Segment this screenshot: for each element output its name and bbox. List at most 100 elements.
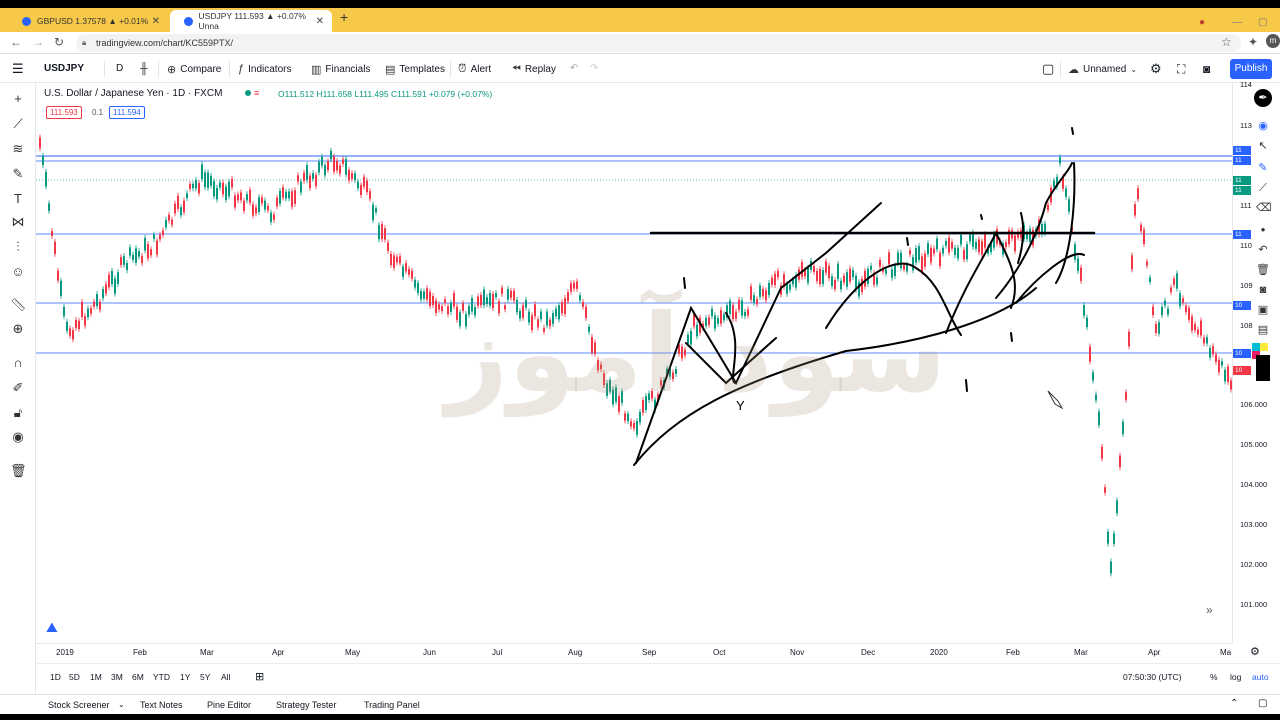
range-1d[interactable]: 1D bbox=[50, 672, 61, 682]
candle-body bbox=[933, 248, 935, 254]
candle-body bbox=[75, 319, 77, 328]
close-tab-icon[interactable]: ✕ bbox=[316, 16, 324, 27]
fib-icon[interactable]: ≋ bbox=[10, 141, 26, 157]
redo-icon[interactable]: ↷ bbox=[590, 63, 598, 74]
undo-icon[interactable]: ↶ bbox=[570, 63, 578, 74]
trendline-icon[interactable]: ⟋ bbox=[10, 116, 26, 132]
maximize-panel-icon[interactable]: ▢ bbox=[1258, 698, 1267, 709]
ruler-icon[interactable]: 📏︎ bbox=[10, 297, 27, 313]
extensions-icon[interactable]: ✦ bbox=[1248, 35, 1258, 49]
tab-trading-panel[interactable]: Trading Panel bbox=[364, 700, 420, 710]
range-ytd[interactable]: YTD bbox=[153, 672, 170, 682]
range-1m[interactable]: 1M bbox=[90, 672, 102, 682]
fullscreen-select-icon[interactable]: ▢ bbox=[1042, 61, 1054, 77]
candle-body bbox=[897, 252, 899, 264]
chevron-down-icon[interactable]: ⌄ bbox=[118, 700, 125, 709]
chart-legend-title[interactable]: U.S. Dollar / Japanese Yen · 1D · FXCM bbox=[44, 88, 222, 99]
browser-tab-usdjpy[interactable]: USDJPY 111.593 ▲ +0.07% Unna ✕ bbox=[170, 10, 332, 32]
chart-type-icon[interactable]: ╫ bbox=[140, 63, 148, 75]
profile-avatar[interactable]: m bbox=[1266, 34, 1280, 48]
publish-button[interactable]: Publish bbox=[1230, 59, 1272, 79]
compare-button[interactable]: ⊕ Compare bbox=[167, 63, 221, 76]
lock-icon[interactable]: 🔒︎ bbox=[82, 38, 86, 48]
candle-body bbox=[225, 186, 227, 200]
clipboard-icon[interactable]: ▤ bbox=[1256, 323, 1270, 337]
capture-icon[interactable]: ▣ bbox=[1256, 303, 1270, 317]
camera-icon[interactable]: ◙ bbox=[1203, 62, 1210, 76]
candle-body bbox=[1158, 322, 1160, 334]
tab-text-notes[interactable]: Text Notes bbox=[140, 700, 183, 710]
line-tool-icon[interactable]: ⟋ bbox=[1256, 181, 1270, 195]
stay-drawing-icon[interactable]: ✐ bbox=[10, 380, 26, 396]
browser-tab-gbpusd[interactable]: GBPUSD 1.37578 ▲ +0.01% ✕ bbox=[8, 10, 168, 32]
ask-price[interactable]: 111.594 bbox=[109, 106, 145, 119]
scroll-right-icon[interactable]: » bbox=[1206, 603, 1213, 617]
candle-body bbox=[234, 195, 236, 208]
minimize-icon[interactable]: — bbox=[1232, 17, 1242, 28]
tab-strategy-tester[interactable]: Strategy Tester bbox=[276, 700, 336, 710]
layout-menu[interactable]: ☁︎ Unnamed ⌄ bbox=[1068, 63, 1137, 76]
pattern-icon[interactable]: ⋈ bbox=[10, 214, 26, 230]
url-field[interactable]: tradingview.com/chart/KC559PTX/ bbox=[76, 34, 1241, 52]
tab-stock-screener[interactable]: Stock Screener bbox=[48, 700, 110, 710]
eye-icon[interactable]: ◉ bbox=[10, 429, 26, 445]
eraser-icon[interactable]: ⌫ bbox=[1256, 201, 1272, 215]
percent-scale-toggle[interactable]: % bbox=[1210, 672, 1218, 682]
close-tab-icon[interactable]: ✕ bbox=[152, 16, 160, 27]
range-1y[interactable]: 1Y bbox=[180, 672, 190, 682]
range-all[interactable]: All bbox=[221, 672, 230, 682]
magnet-icon[interactable]: ∩ bbox=[10, 355, 26, 371]
crosshair-icon[interactable]: + bbox=[10, 91, 26, 107]
camera-icon[interactable]: ◙ bbox=[1256, 283, 1270, 297]
symbol-search[interactable]: USDJPY bbox=[44, 63, 84, 74]
candle-body bbox=[1011, 230, 1013, 239]
expand-panel-icon[interactable]: ⌃ bbox=[1230, 698, 1238, 709]
cursor-icon[interactable]: ↖ bbox=[1256, 139, 1270, 153]
trash-icon[interactable]: 🗑︎ bbox=[1256, 263, 1270, 277]
time-scale[interactable] bbox=[36, 643, 1232, 661]
zoom-icon[interactable]: ⊕ bbox=[10, 321, 26, 337]
lock-icon[interactable]: 🔓︎ bbox=[10, 405, 26, 421]
range-6m[interactable]: 6M bbox=[132, 672, 144, 682]
bid-price[interactable]: 111.593 bbox=[46, 106, 82, 119]
candle-body bbox=[1209, 348, 1211, 358]
brush-icon[interactable]: ✎ bbox=[10, 166, 26, 182]
brush-icon[interactable]: ✎ bbox=[1256, 161, 1270, 175]
fullscreen-icon[interactable]: ⛶ bbox=[1177, 62, 1185, 77]
range-5y[interactable]: 5Y bbox=[200, 672, 210, 682]
new-tab-button[interactable]: + bbox=[340, 9, 348, 25]
back-icon[interactable]: ← bbox=[10, 35, 22, 49]
auto-scale-toggle[interactable]: auto bbox=[1252, 672, 1269, 682]
alert-button[interactable]: ⏰︎ Alert bbox=[458, 63, 491, 76]
forecast-icon[interactable]: ⫶ bbox=[10, 239, 26, 255]
text-icon[interactable]: T bbox=[10, 191, 26, 207]
trash-icon[interactable]: 🗑︎ bbox=[10, 463, 27, 479]
templates-button[interactable]: ▤ Templates bbox=[385, 63, 445, 76]
dot-icon[interactable]: ● bbox=[1256, 223, 1270, 237]
emoji-icon[interactable]: ☺ bbox=[10, 264, 26, 280]
bookmark-star-icon[interactable]: ☆ bbox=[1221, 35, 1232, 49]
tradingview-logo-icon[interactable]: ⛰ bbox=[46, 619, 58, 636]
candle-body bbox=[276, 197, 278, 207]
goto-date-icon[interactable]: ⊞ bbox=[255, 670, 264, 683]
maximize-icon[interactable]: ▢ bbox=[1258, 17, 1267, 28]
axis-settings-gear-icon[interactable]: ⚙︎ bbox=[1250, 645, 1260, 658]
undo-icon[interactable]: ↶ bbox=[1256, 243, 1270, 257]
settings-gear-icon[interactable]: ⚙︎ bbox=[1150, 61, 1162, 77]
reload-icon[interactable]: ↻ bbox=[54, 35, 64, 49]
range-3m[interactable]: 3M bbox=[111, 672, 123, 682]
color-palette[interactable] bbox=[1252, 343, 1272, 383]
range-5d[interactable]: 5D bbox=[69, 672, 80, 682]
menu-icon[interactable]: ☰ bbox=[12, 61, 24, 77]
interval-selector[interactable]: D bbox=[116, 63, 123, 74]
replay-button[interactable]: ⏪︎ Replay bbox=[512, 63, 556, 76]
forward-icon[interactable]: → bbox=[32, 35, 44, 49]
clock-readout[interactable]: 07:50:30 (UTC) bbox=[1123, 672, 1182, 682]
log-scale-toggle[interactable]: log bbox=[1230, 672, 1241, 682]
pen-tool-icon[interactable]: ✒ bbox=[1254, 89, 1272, 107]
eye-icon[interactable]: ◉ bbox=[1256, 119, 1270, 133]
indicators-button[interactable]: ƒ Indicators bbox=[238, 63, 291, 75]
tab-pine-editor[interactable]: Pine Editor bbox=[207, 700, 251, 710]
chart-pane[interactable]: Y سود آموز ⛰ » bbox=[36, 83, 1232, 643]
financials-button[interactable]: ▥ Financials bbox=[311, 63, 370, 76]
